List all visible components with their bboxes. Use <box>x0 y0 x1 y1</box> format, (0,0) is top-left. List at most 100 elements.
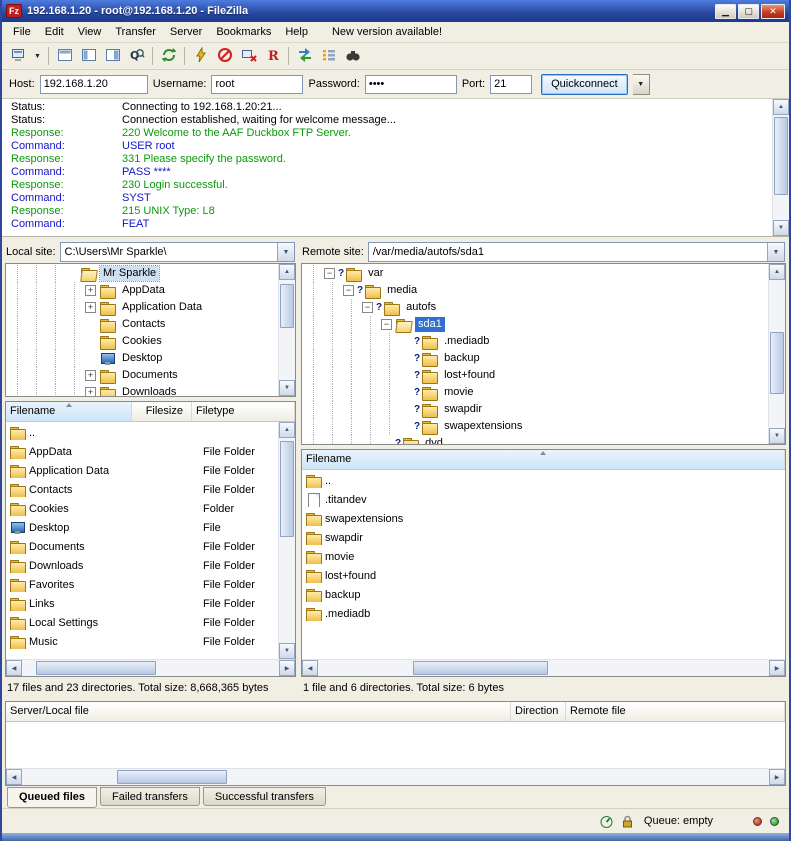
scroll-left-arrow-icon[interactable]: ◀ <box>302 660 318 676</box>
local-tree-item-contacts[interactable]: Contacts <box>6 316 278 333</box>
local-file-row-favorites[interactable]: FavoritesFile Folder <box>6 575 278 594</box>
title-bar[interactable]: Fz 192.168.1.20 - root@192.168.1.20 - Fi… <box>2 0 789 22</box>
remote-tree-item-sda1[interactable]: −sda1 <box>302 316 768 333</box>
scroll-track[interactable] <box>22 769 769 785</box>
remote-file-row-titandev[interactable]: .titandev <box>302 490 785 509</box>
message-log-scrollbar[interactable]: ▲▼ <box>772 99 789 236</box>
scroll-up-arrow-icon[interactable]: ▲ <box>279 264 295 280</box>
minimize-button[interactable]: ▁ <box>715 4 736 19</box>
menu-edit[interactable]: Edit <box>38 24 71 40</box>
refresh-button[interactable] <box>157 45 180 67</box>
directory-comparison-button[interactable] <box>293 45 316 67</box>
local-column-header-filename[interactable]: Filename <box>6 402 132 421</box>
remote-tree-scrollbar[interactable]: ▲▼ <box>768 264 785 444</box>
remote-file-row-lost-found[interactable]: lost+found <box>302 566 785 585</box>
synchronized-browsing-button[interactable] <box>317 45 340 67</box>
local-tree-item-appdata[interactable]: +AppData <box>6 282 278 299</box>
expand-expander-icon[interactable]: + <box>85 302 96 313</box>
scroll-down-arrow-icon[interactable]: ▼ <box>769 428 785 444</box>
remote-file-row-backup[interactable]: backup <box>302 585 785 604</box>
remote-file-row-movie[interactable]: movie <box>302 547 785 566</box>
remote-tree-item-swapextensions[interactable]: ?swapextensions <box>302 418 768 435</box>
username-input[interactable] <box>211 75 303 94</box>
scroll-right-arrow-icon[interactable]: ▶ <box>279 660 295 676</box>
queue-column-header-direction[interactable]: Direction <box>511 702 566 721</box>
local-file-row-downloads[interactable]: DownloadsFile Folder <box>6 556 278 575</box>
local-file-row-music[interactable]: MusicFile Folder <box>6 632 278 651</box>
local-list-vscrollbar[interactable]: ▲▼ <box>278 422 295 659</box>
local-tree-item-desktop[interactable]: Desktop <box>6 350 278 367</box>
host-input[interactable] <box>40 75 148 94</box>
toggle-remote-tree-button[interactable] <box>101 45 124 67</box>
remote-file-row-swapdir[interactable]: swapdir <box>302 528 785 547</box>
scroll-track[interactable] <box>318 660 769 676</box>
remote-tree-item-movie[interactable]: ?movie <box>302 384 768 401</box>
menu-bookmarks[interactable]: Bookmarks <box>209 24 278 40</box>
collapse-expander-icon[interactable]: − <box>381 319 392 330</box>
local-file-row-contacts[interactable]: ContactsFile Folder <box>6 480 278 499</box>
scroll-thumb[interactable] <box>280 284 294 328</box>
local-column-header-filesize[interactable]: Filesize <box>132 402 192 421</box>
scroll-thumb[interactable] <box>774 117 788 195</box>
scroll-left-arrow-icon[interactable]: ◀ <box>6 660 22 676</box>
local-file-row-cookies[interactable]: CookiesFolder <box>6 499 278 518</box>
queue-column-header-server-local-file[interactable]: Server/Local file <box>6 702 511 721</box>
local-file-row-documents[interactable]: DocumentsFile Folder <box>6 537 278 556</box>
queue-body[interactable] <box>6 722 785 768</box>
local-file-row-links[interactable]: LinksFile Folder <box>6 594 278 613</box>
local-site-combobox[interactable]: C:\Users\Mr Sparkle\ ▼ <box>60 242 295 262</box>
local-file-row-desktop[interactable]: DesktopFile <box>6 518 278 537</box>
remote-tree-item-dvd[interactable]: ?dvd <box>302 435 768 444</box>
local-file-row-local-settings[interactable]: Local SettingsFile Folder <box>6 613 278 632</box>
remote-tree-item-media[interactable]: −?media <box>302 282 768 299</box>
tab-successful-transfers[interactable]: Successful transfers <box>203 787 326 806</box>
local-list-hscrollbar[interactable]: ◀▶ <box>6 659 295 676</box>
queue-column-header-remote-file[interactable]: Remote file <box>566 702 785 721</box>
scroll-up-arrow-icon[interactable]: ▲ <box>773 99 789 115</box>
scroll-down-arrow-icon[interactable]: ▼ <box>279 643 295 659</box>
remote-tree-item-var[interactable]: −?var <box>302 265 768 282</box>
local-file-row-appdata[interactable]: AppDataFile Folder <box>6 442 278 461</box>
local-site-dropdown-icon[interactable]: ▼ <box>277 243 294 261</box>
menu-transfer[interactable]: Transfer <box>108 24 163 40</box>
site-manager-button[interactable] <box>7 45 30 67</box>
scroll-thumb[interactable] <box>36 661 156 675</box>
local-file-row-up[interactable]: .. <box>6 423 278 442</box>
remote-tree-item-lost-found[interactable]: ?lost+found <box>302 367 768 384</box>
remote-file-row-swapextensions[interactable]: swapextensions <box>302 509 785 528</box>
scroll-track[interactable] <box>773 115 789 220</box>
local-tree-item-application-data[interactable]: +Application Data <box>6 299 278 316</box>
port-input[interactable] <box>490 75 532 94</box>
expand-expander-icon[interactable]: + <box>85 370 96 381</box>
local-column-header-filetype[interactable]: Filetype <box>192 402 295 421</box>
remote-file-row-mediadb[interactable]: .mediadb <box>302 604 785 623</box>
menu-new-version-available[interactable]: New version available! <box>325 24 449 40</box>
remote-tree-item-autofs[interactable]: −?autofs <box>302 299 768 316</box>
remote-column-header-filename[interactable]: Filename <box>302 450 785 469</box>
quickconnect-dropdown-button[interactable]: ▼ <box>633 74 650 95</box>
scroll-up-arrow-icon[interactable]: ▲ <box>769 264 785 280</box>
maximize-button[interactable]: ▢ <box>738 4 759 19</box>
remote-site-dropdown-icon[interactable]: ▼ <box>767 243 784 261</box>
scroll-track[interactable] <box>769 280 785 428</box>
toggle-message-log-button[interactable] <box>53 45 76 67</box>
remote-file-row-up[interactable]: .. <box>302 471 785 490</box>
scroll-down-arrow-icon[interactable]: ▼ <box>773 220 789 236</box>
toggle-local-tree-button[interactable] <box>77 45 100 67</box>
scroll-track[interactable] <box>22 660 279 676</box>
menu-file[interactable]: File <box>6 24 38 40</box>
expand-expander-icon[interactable]: + <box>85 285 96 296</box>
process-queue-button[interactable] <box>189 45 212 67</box>
queue-hscrollbar[interactable]: ◀▶ <box>6 768 785 785</box>
remote-tree-item-swapdir[interactable]: ?swapdir <box>302 401 768 418</box>
lock-icon[interactable] <box>619 813 636 830</box>
remote-list-hscrollbar[interactable]: ◀▶ <box>302 659 785 676</box>
tab-queued-files[interactable]: Queued files <box>7 787 97 808</box>
scroll-thumb[interactable] <box>117 770 227 784</box>
scroll-up-arrow-icon[interactable]: ▲ <box>279 422 295 438</box>
remote-site-combobox[interactable]: /var/media/autofs/sda1 ▼ <box>368 242 785 262</box>
expand-expander-icon[interactable]: + <box>85 387 96 396</box>
scroll-thumb[interactable] <box>280 441 294 537</box>
local-tree-item-mr-sparkle[interactable]: Mr Sparkle <box>6 265 278 282</box>
menu-view[interactable]: View <box>71 24 109 40</box>
